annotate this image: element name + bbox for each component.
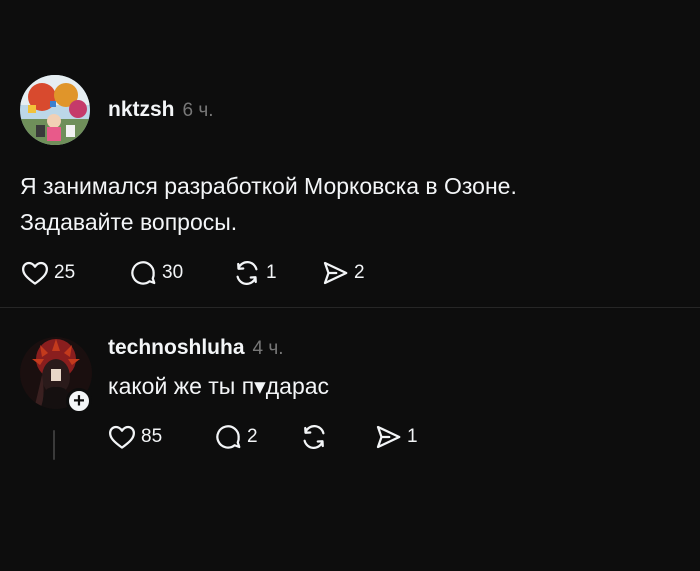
repost-button[interactable] — [299, 422, 373, 452]
like-button[interactable]: 25 — [20, 258, 128, 288]
heart-icon — [109, 425, 135, 449]
comment-button[interactable]: 30 — [128, 258, 232, 288]
repost-icon — [303, 425, 325, 449]
post-text: Я занимался разработкой Морковска в Озон… — [20, 168, 517, 240]
share-button[interactable]: 2 — [320, 258, 390, 288]
avatar-photo — [20, 75, 90, 145]
comment-count: 2 — [247, 426, 258, 447]
share-count: 2 — [354, 262, 365, 283]
avatar[interactable] — [20, 75, 90, 145]
send-icon — [376, 425, 401, 449]
repost-button[interactable]: 1 — [232, 258, 320, 288]
send-icon — [323, 261, 348, 285]
comment-bubble-icon — [131, 261, 156, 285]
repost-count: 1 — [266, 262, 277, 283]
share-button[interactable]: 1 — [373, 422, 443, 452]
reply-text: какой же ты п▾дарас — [108, 373, 330, 399]
repost-icon — [236, 261, 258, 285]
post-actions: 25 30 1 2 — [20, 258, 390, 288]
username[interactable]: nktzsh — [108, 98, 175, 122]
comment-bubble-icon — [216, 425, 241, 449]
timestamp: 6 ч. — [182, 100, 214, 121]
heart-icon — [22, 261, 48, 285]
comment-button[interactable]: 2 — [213, 422, 299, 452]
reply-header: technoshluha 4 ч. — [108, 336, 284, 360]
post-text-line: Я занимался разработкой Морковска в Озон… — [20, 173, 517, 199]
like-count: 25 — [54, 262, 76, 283]
follow-button[interactable]: + — [66, 388, 92, 414]
like-button[interactable]: 85 — [107, 422, 213, 452]
username[interactable]: technoshluha — [108, 336, 245, 360]
divider — [0, 307, 700, 308]
thread-line — [53, 430, 55, 460]
comment-count: 30 — [162, 262, 184, 283]
share-count: 1 — [407, 426, 418, 447]
like-count: 85 — [141, 426, 163, 447]
reply-actions: 85 2 1 — [107, 422, 443, 452]
timestamp: 4 ч. — [252, 338, 284, 359]
post-text-line: Задавайте вопросы. — [20, 209, 238, 235]
post-header: nktzsh 6 ч. — [108, 98, 214, 122]
